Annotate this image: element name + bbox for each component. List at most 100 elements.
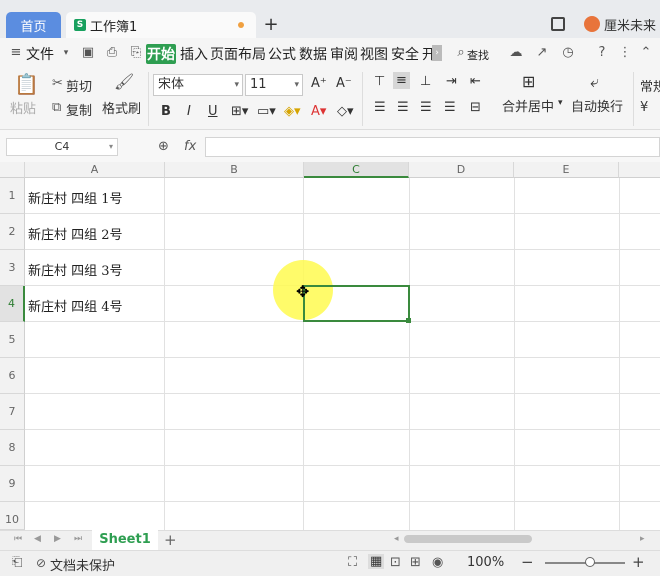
column-header-e[interactable]: E [514,162,619,178]
doc-protection-status[interactable]: 文档未保护 [50,555,115,574]
share-icon[interactable]: ↗ [534,45,550,61]
column-header-c[interactable]: C [304,162,409,178]
cell-a1[interactable]: 新庄村 四组 1号 [28,188,123,207]
zoom-slider-handle[interactable] [585,557,595,567]
scroll-right-icon[interactable]: ▸ [640,534,645,544]
indent-decrease-icon[interactable]: ⇤ [470,74,481,89]
italic-button[interactable]: I [187,104,191,119]
add-sheet-button[interactable]: + [164,531,177,549]
selected-cell-c4[interactable] [303,285,410,322]
fullscreen-icon[interactable]: ⛶ [348,555,357,570]
row-header-5[interactable]: 5 [0,322,25,358]
tab-home-ribbon[interactable]: 开始 [146,44,176,64]
font-size-select[interactable]: 11 ▾ [245,74,303,96]
cell-style-icon[interactable]: ▭▾ [257,104,276,119]
collapse-ribbon-icon[interactable]: ⌃ [638,45,654,61]
fill-color-icon[interactable]: ◈▾ [284,104,301,119]
export-pdf-icon[interactable]: ⎙ [104,45,120,61]
row-header-1[interactable]: 1 [0,178,25,214]
last-sheet-icon[interactable]: ⏭ [74,534,82,544]
window-layout-icon[interactable] [551,17,565,31]
tab-data[interactable]: 数据 [299,44,327,64]
new-tab-button[interactable]: + [262,14,280,36]
avatar[interactable] [584,16,600,32]
column-header-a[interactable]: A [25,162,165,178]
row-header-6[interactable]: 6 [0,358,25,394]
wrap-text-button[interactable]: 自动换行 [571,96,623,115]
row-header-7[interactable]: 7 [0,394,25,430]
align-left-icon[interactable]: ☰ [374,100,386,115]
distribute-icon[interactable]: ⊟ [470,100,481,115]
cell-a4[interactable]: 新庄村 四组 4号 [28,296,123,315]
align-bottom-icon[interactable]: ⊥ [420,74,431,89]
number-format-select[interactable]: 常规 [640,76,660,95]
hamburger-menu-icon[interactable]: ≡ [8,45,24,61]
prev-sheet-icon[interactable]: ◀ [34,534,41,544]
formula-input[interactable] [205,137,660,157]
row-header-10[interactable]: 10 [0,502,25,530]
horizontal-scrollbar[interactable] [404,535,532,543]
chevron-down-icon[interactable]: ▾ [558,98,563,108]
paste-icon[interactable]: 📋 [14,72,39,96]
clear-format-icon[interactable]: ◇▾ [337,104,354,119]
save-icon[interactable]: ▣ [80,45,96,61]
align-middle-icon[interactable]: ≡ [393,72,410,89]
justify-icon[interactable]: ☰ [444,100,456,115]
merge-center-button[interactable]: 合并居中 [502,96,554,115]
sheet-tab-sheet1[interactable]: Sheet1 [92,530,158,550]
column-header-f[interactable] [619,162,660,178]
help-icon[interactable]: ? [594,45,610,61]
zoom-lookup-icon[interactable]: ⊕ [158,139,169,154]
tab-review[interactable]: 审阅 [330,44,358,64]
row-header-2[interactable]: 2 [0,214,25,250]
indent-increase-icon[interactable]: ⇥ [446,74,457,89]
history-icon[interactable]: ◷ [560,45,576,61]
menu-file[interactable]: 文件 [26,44,54,64]
normal-view-icon[interactable]: ▦ [368,554,385,569]
search-label[interactable]: 查找 [467,47,489,63]
tab-home[interactable]: 首页 [6,12,61,38]
column-header-b[interactable]: B [165,162,304,178]
insert-function-button[interactable]: fx [184,139,196,154]
select-all-corner[interactable] [0,162,25,178]
page-break-view-icon[interactable]: ⊞ [410,555,421,570]
zoom-out-icon[interactable]: − [521,553,534,571]
border-icon[interactable]: ⊞▾ [231,104,248,119]
row-header-8[interactable]: 8 [0,430,25,466]
row-header-4[interactable]: 4 [0,286,25,322]
row-header-9[interactable]: 9 [0,466,25,502]
underline-button[interactable]: U [208,104,218,119]
tab-insert[interactable]: 插入 [180,44,208,64]
row-header-3[interactable]: 3 [0,250,25,286]
name-box[interactable]: C4 ▾ [6,138,118,156]
page-layout-view-icon[interactable]: ⊡ [390,555,401,570]
column-header-d[interactable]: D [409,162,514,178]
tab-page-layout[interactable]: 页面布局 [210,44,266,64]
cell-a3[interactable]: 新庄村 四组 3号 [28,260,123,279]
chevron-down-icon[interactable]: ▾ [58,45,74,61]
scroll-left-icon[interactable]: ◂ [394,534,399,544]
tab-security[interactable]: 安全 [391,44,419,64]
align-center-icon[interactable]: ☰ [397,100,409,115]
align-top-icon[interactable]: ⊤ [374,74,385,89]
more-icon[interactable]: ⋮ [617,45,633,61]
print-icon[interactable]: ⎘ [128,45,144,61]
chevron-right-icon[interactable]: › [432,45,442,61]
next-sheet-icon[interactable]: ▶ [54,534,61,544]
tab-view[interactable]: 视图 [360,44,388,64]
grow-font-button[interactable]: A⁺ [311,76,327,91]
format-painter-button[interactable]: 格式刷 [102,98,141,117]
user-name[interactable]: 厘米未来 [604,15,656,34]
eye-protection-icon[interactable]: ◉ [432,555,443,570]
cut-button[interactable]: 剪切 [66,76,92,95]
zoom-level[interactable]: 100% [467,555,504,570]
spreadsheet-grid[interactable]: A B C D E 1 2 3 4 5 6 7 8 9 10 新庄村 四组 1号… [0,162,660,530]
font-name-select[interactable]: 宋体 ▾ [153,74,243,96]
align-right-icon[interactable]: ☰ [420,100,432,115]
cloud-icon[interactable]: ☁ [508,45,524,61]
bold-button[interactable]: B [161,104,171,119]
font-color-icon[interactable]: A▾ [311,104,326,119]
macro-icon[interactable]: ⎗ [12,555,22,570]
currency-icon[interactable]: ¥ [640,100,648,115]
first-sheet-icon[interactable]: ⏮ [14,534,22,544]
